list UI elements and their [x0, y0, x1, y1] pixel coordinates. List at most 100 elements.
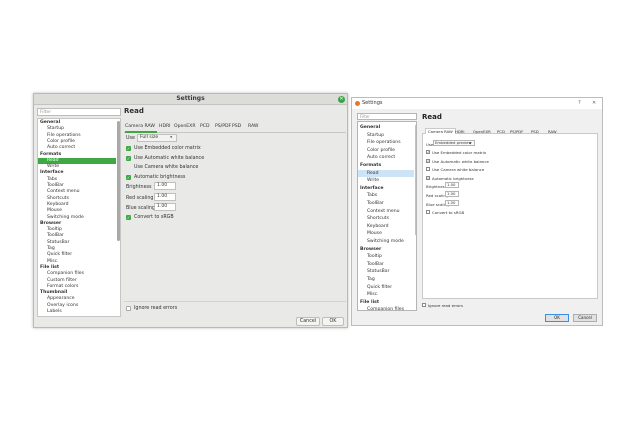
- tab-ps-pdf[interactable]: PS/PDF: [215, 123, 231, 131]
- close-button[interactable]: ✕: [338, 96, 345, 103]
- tree-item-file-operations[interactable]: File operations: [38, 133, 116, 139]
- close-button[interactable]: ✕: [592, 100, 596, 106]
- blue-scaling-label: Blue scaling: [126, 206, 155, 211]
- ok-button[interactable]: OK: [545, 314, 569, 322]
- filter-input[interactable]: Filter: [37, 108, 121, 116]
- tree-item-color-profile[interactable]: Color profile: [38, 139, 116, 145]
- blue-scaling-spinbox[interactable]: 1.00: [445, 200, 459, 206]
- tree-item-keyboard[interactable]: Keyboard: [358, 223, 414, 230]
- tree-item-color-profile[interactable]: Color profile: [358, 147, 414, 154]
- tree-item-statusbar[interactable]: StatusBar: [358, 268, 414, 275]
- tree-item-keyboard[interactable]: Keyboard: [38, 202, 116, 208]
- blue-scaling-spinbox[interactable]: 1.00: [154, 203, 176, 211]
- ignore-read-errors-checkbox[interactable]: [126, 306, 131, 311]
- tree-item-toolbar[interactable]: ToolBar: [38, 233, 116, 239]
- use-camera-white-balance-checkbox[interactable]: [426, 167, 430, 171]
- tree-item-overlay-icons[interactable]: Overlay icons: [38, 303, 116, 309]
- convert-srgb-checkbox[interactable]: [426, 210, 430, 214]
- cancel-button[interactable]: Cancel: [296, 317, 320, 326]
- red-scaling-value: 1.00: [157, 194, 168, 199]
- brightness-spinbox[interactable]: 1.00: [445, 182, 459, 188]
- ignore-read-errors-checkbox[interactable]: [422, 303, 426, 307]
- tree-category-interface[interactable]: Interface: [358, 185, 414, 192]
- use-select[interactable]: Embedded preview ▼: [433, 140, 475, 146]
- tab-openexr[interactable]: OpenEXR: [174, 123, 196, 131]
- tree-item-quick-filter[interactable]: Quick filter: [358, 284, 414, 291]
- tree-item-companion-files[interactable]: Companion files: [358, 306, 414, 310]
- tab-hdri[interactable]: HDRI: [455, 129, 465, 135]
- tree-item-mouse[interactable]: Mouse: [358, 230, 414, 237]
- tab-camera-raw[interactable]: Camera RAW: [425, 128, 456, 134]
- tree-item-custom-filter[interactable]: Custom filter: [38, 278, 116, 284]
- brightness-spinbox[interactable]: 1.00: [154, 182, 176, 190]
- tree-item-misc[interactable]: Misc.: [38, 259, 116, 265]
- use-select[interactable]: Full size ▼: [137, 134, 177, 142]
- tree-item-auto-correct[interactable]: Auto correct: [38, 145, 116, 151]
- tree-category-formats[interactable]: Formats: [358, 162, 414, 169]
- convert-srgb-checkbox[interactable]: ✓: [126, 215, 131, 220]
- tree-item-format-colors[interactable]: Format colors: [38, 284, 116, 290]
- tree-item-labels[interactable]: Labels: [38, 309, 116, 315]
- filter-input[interactable]: Filter: [357, 113, 417, 120]
- tree-item-appearance[interactable]: Appearance: [38, 296, 116, 302]
- tree-item-switching-mode[interactable]: Switching mode: [358, 238, 414, 245]
- tab-psd[interactable]: PSD: [531, 129, 539, 135]
- tree-item-mouse[interactable]: Mouse: [38, 208, 116, 214]
- tab-ps-pdf[interactable]: PS/PDF: [510, 129, 523, 135]
- tree-item-startup[interactable]: Startup: [358, 132, 414, 139]
- tab-raw[interactable]: RAW: [248, 123, 258, 131]
- tree-item-companion-files[interactable]: Companion files: [38, 271, 116, 277]
- red-scaling-spinbox[interactable]: 1.00: [445, 191, 459, 197]
- tree-item-read[interactable]: Read: [38, 157, 116, 164]
- help-button[interactable]: ?: [578, 100, 581, 106]
- automatic-brightness-checkbox[interactable]: ✓: [126, 174, 131, 180]
- red-scaling-spinbox[interactable]: 1.00: [154, 193, 176, 201]
- convert-srgb-label: Convert to sRGB: [134, 215, 174, 220]
- tree-category-interface[interactable]: Interface: [38, 170, 116, 176]
- tree-item-shortcuts[interactable]: Shortcuts: [358, 215, 414, 222]
- tab-pcd[interactable]: PCD: [497, 129, 505, 135]
- automatic-brightness-checkbox[interactable]: ✓: [426, 175, 430, 180]
- tree-item-context-menu[interactable]: Context menu: [358, 208, 414, 215]
- tab-raw[interactable]: RAW: [548, 129, 557, 135]
- tree-item-shortcuts[interactable]: Shortcuts: [38, 196, 116, 202]
- tree-item-misc[interactable]: Misc.: [358, 291, 414, 298]
- tree-item-read[interactable]: Read: [358, 169, 414, 177]
- tree-item-tabs[interactable]: Tabs: [358, 192, 414, 199]
- tree-item-context-menu[interactable]: Context menu: [38, 189, 116, 195]
- tree-category-general[interactable]: General: [358, 124, 414, 131]
- use-embedded-color-matrix-checkbox[interactable]: ✓: [426, 150, 430, 154]
- tree-item-file-operations[interactable]: File operations: [358, 139, 414, 146]
- tree-item-tag[interactable]: Tag: [358, 276, 414, 283]
- use-embedded-color-matrix-checkbox[interactable]: ✓: [126, 146, 131, 151]
- title-bar[interactable]: [352, 98, 602, 109]
- tab-camera-raw[interactable]: Camera RAW: [125, 123, 155, 131]
- tree-category-file-list[interactable]: File list: [38, 265, 116, 271]
- tree-item-quick-filter[interactable]: Quick filter: [38, 252, 116, 258]
- tab-pcd[interactable]: PCD: [200, 123, 210, 131]
- use-automatic-white-balance-checkbox[interactable]: ✓: [426, 158, 430, 163]
- tree-item-tooltip[interactable]: Tooltip: [358, 253, 414, 260]
- tree-item-switching-mode[interactable]: Switching mode: [38, 215, 116, 221]
- tree-item-auto-correct[interactable]: Auto correct: [358, 154, 414, 161]
- section-title: Read: [422, 113, 442, 121]
- tab-openexr[interactable]: OpenEXR: [473, 129, 491, 135]
- tree-item-startup[interactable]: Startup: [38, 126, 116, 132]
- active-tab-indicator: [125, 131, 157, 133]
- use-automatic-white-balance-checkbox[interactable]: ✓: [126, 155, 131, 161]
- tree-item-toolbar[interactable]: ToolBar: [358, 200, 414, 207]
- tree-category-file-list[interactable]: File list: [358, 299, 414, 306]
- tree-item-write[interactable]: Write: [358, 177, 414, 184]
- tab-hdri[interactable]: HDRI: [159, 123, 171, 131]
- tree-category-browser[interactable]: Browser: [38, 221, 116, 227]
- tree-item-statusbar[interactable]: StatusBar: [38, 240, 116, 246]
- tree-scrollbar[interactable]: [415, 125, 416, 235]
- tree-scrollbar[interactable]: [117, 121, 120, 241]
- cancel-button[interactable]: Cancel: [573, 314, 597, 322]
- tree-item-tabs[interactable]: Tabs: [38, 177, 116, 183]
- ok-button[interactable]: OK: [322, 317, 344, 326]
- tree-category-browser[interactable]: Browser: [358, 246, 414, 253]
- tree-item-toolbar[interactable]: ToolBar: [358, 261, 414, 268]
- tab-psd[interactable]: PSD: [232, 123, 241, 131]
- tree-category-formats[interactable]: Formats: [38, 152, 116, 158]
